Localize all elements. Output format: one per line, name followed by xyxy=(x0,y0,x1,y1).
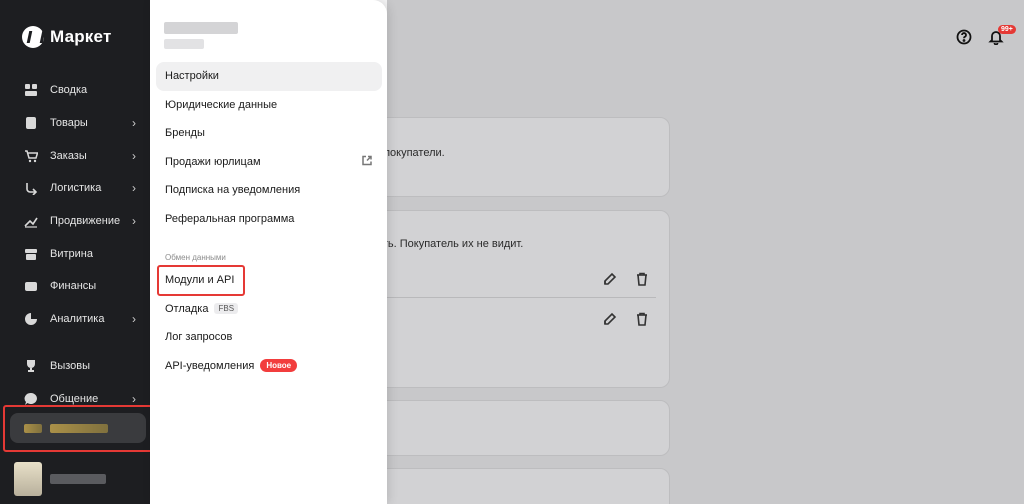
api-tokens-card xyxy=(377,210,670,388)
edit-icon[interactable] xyxy=(603,312,617,326)
edit-icon[interactable] xyxy=(603,272,617,286)
sidebar-item-tovary[interactable]: Товары › xyxy=(0,107,152,140)
panel-header-blurred xyxy=(164,22,238,49)
pie-chart-icon xyxy=(24,312,38,326)
sidebar-item-zakazy[interactable]: Заказы › xyxy=(0,139,152,172)
menu-item-settings[interactable]: Настройки xyxy=(156,62,382,91)
main-content-overlay: г покупатели. ать. Покупатель их не види… xyxy=(377,0,1024,504)
help-icon[interactable] xyxy=(956,29,972,45)
sidebar-item-label: Товары xyxy=(50,117,88,130)
sidebar-item-label: Вызовы xyxy=(50,359,91,372)
dashboard-icon xyxy=(24,83,38,97)
settings-dropdown-panel: Настройки Юридические данные Бренды Прод… xyxy=(150,0,387,504)
fbs-tag: FBS xyxy=(214,303,239,315)
sidebar-item-label: Витрина xyxy=(50,247,93,260)
trend-up-icon xyxy=(24,214,38,228)
avatar xyxy=(14,462,42,496)
menu-item-debug[interactable]: Отладка FBS xyxy=(156,295,382,324)
notification-badge: 99+ xyxy=(998,25,1016,34)
trash-icon[interactable] xyxy=(635,312,649,326)
sidebar-item-label: Аналитика xyxy=(50,313,105,326)
chevron-right-icon: › xyxy=(132,312,136,327)
logo-text: Маркет xyxy=(50,27,112,46)
sidebar-item-label: Сводка xyxy=(50,84,88,97)
sidebar-item-vitrina[interactable]: Витрина xyxy=(0,237,152,270)
sidebar-item-prodvizhenie[interactable]: Продвижение › xyxy=(0,205,152,238)
menu-item-legal-data[interactable]: Юридические данные xyxy=(156,91,382,120)
sidebar-item-label: Заказы xyxy=(50,149,87,162)
chevron-right-icon: › xyxy=(132,391,136,406)
chevron-right-icon: › xyxy=(132,214,136,229)
sidebar-item-label: Продвижение xyxy=(50,215,121,228)
menu-item-request-log[interactable]: Лог запросов xyxy=(156,323,382,352)
card-text: ать. Покупатель их не видит. xyxy=(377,238,524,250)
divider xyxy=(377,297,656,298)
cart-icon xyxy=(24,149,38,163)
settings-menu: Настройки Юридические данные Бренды Прод… xyxy=(156,62,382,380)
sidebar-item-analitika[interactable]: Аналитика › xyxy=(0,303,152,336)
chat-icon xyxy=(24,392,38,406)
sidebar-item-svodka[interactable]: Сводка xyxy=(0,74,152,107)
sidebar-item-label: Финансы xyxy=(50,280,97,293)
chevron-right-icon: › xyxy=(132,116,136,131)
user-name-blurred xyxy=(50,474,106,484)
sidebar-item-vyzovy[interactable]: Вызовы xyxy=(0,350,152,383)
menu-item-api-notifications[interactable]: API-уведомления Новое xyxy=(156,352,382,381)
sidebar-item-finansy[interactable]: Финансы xyxy=(0,270,152,303)
market-logo-icon xyxy=(22,26,44,48)
chevron-right-icon: › xyxy=(132,148,136,163)
new-badge: Новое xyxy=(260,359,298,373)
sidebar-item-logistika[interactable]: Логистика › xyxy=(0,172,152,205)
highlight-box-shop xyxy=(3,405,153,452)
menu-item-b2b-sales[interactable]: Продажи юрлицам xyxy=(156,148,382,177)
info-card xyxy=(377,400,670,456)
trophy-icon xyxy=(24,359,38,373)
highlight-box-modules-api xyxy=(157,265,245,296)
market-logo[interactable]: Маркет xyxy=(22,26,111,48)
card-text: г покупатели. xyxy=(377,147,445,159)
external-link-icon xyxy=(362,155,372,168)
sidebar-item-label: Общение xyxy=(50,392,99,405)
route-icon xyxy=(24,181,38,196)
user-profile[interactable] xyxy=(14,462,106,496)
section-label-data-exchange: Обмен данными xyxy=(165,253,226,262)
box-icon xyxy=(24,116,38,130)
storefront-icon xyxy=(24,247,38,261)
menu-item-brands[interactable]: Бренды xyxy=(156,119,382,148)
sidebar-item-label: Логистика xyxy=(50,182,102,195)
sidebar-nav: Сводка Товары › Заказы › Логистика › Про… xyxy=(0,74,152,415)
chevron-right-icon: › xyxy=(132,181,136,196)
trash-icon[interactable] xyxy=(635,272,649,286)
wallet-icon xyxy=(24,279,38,293)
menu-item-referral-program[interactable]: Реферальная программа xyxy=(156,205,382,234)
info-card xyxy=(377,468,670,504)
menu-item-notification-subscription[interactable]: Подписка на уведомления xyxy=(156,176,382,205)
